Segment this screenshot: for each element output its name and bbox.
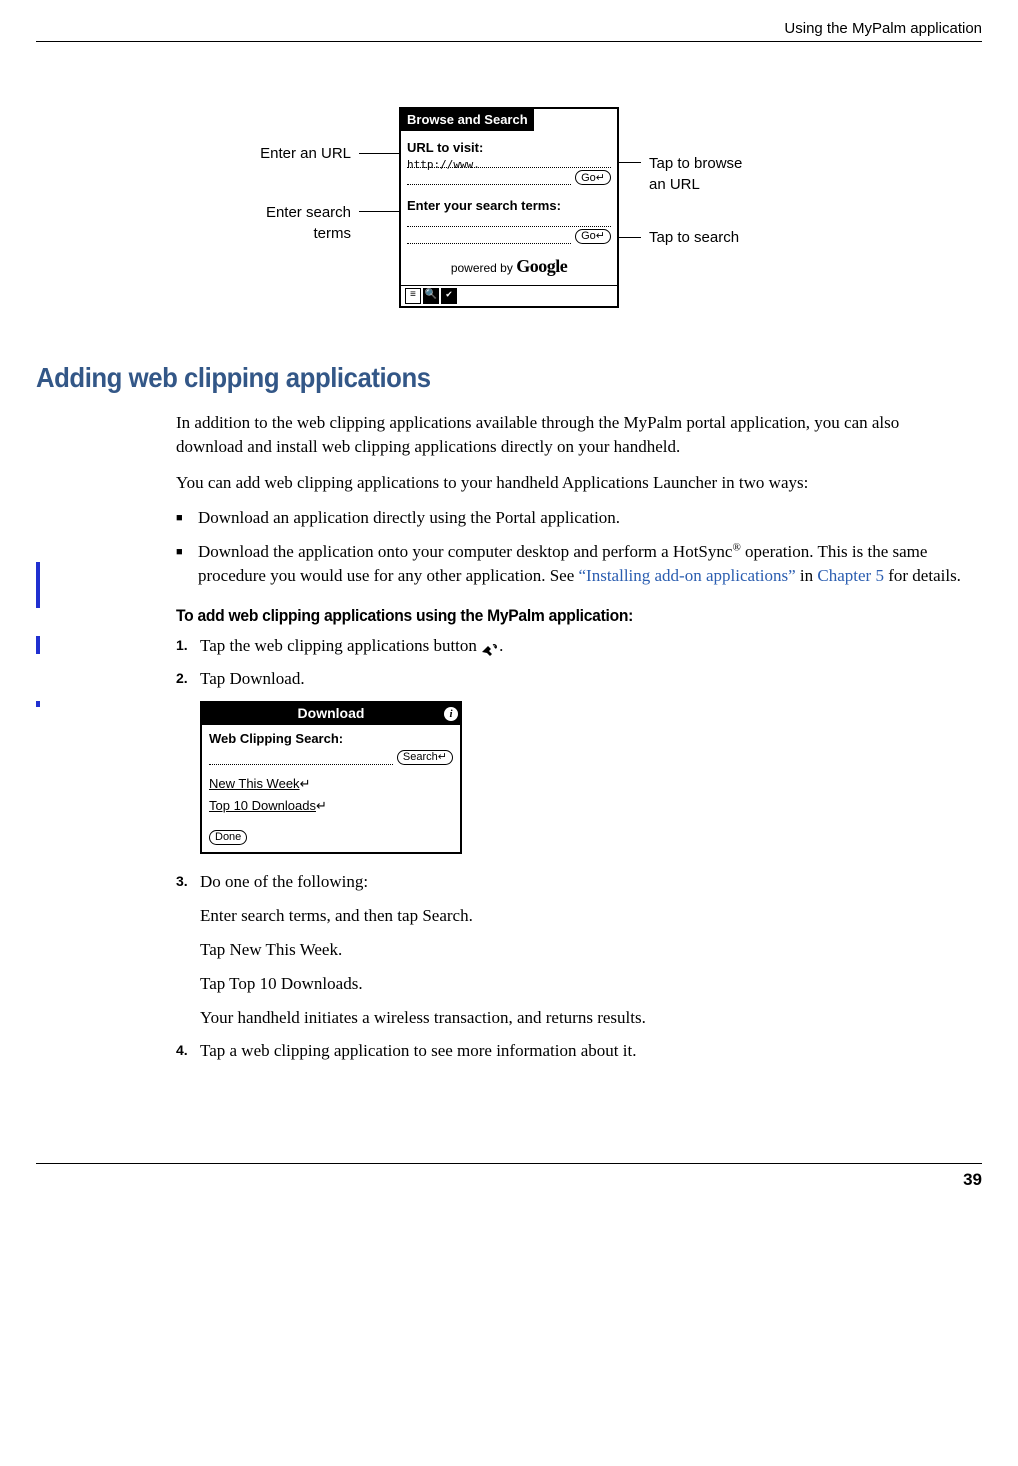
download-search-input[interactable] <box>209 754 393 765</box>
web-clipping-icon <box>481 640 499 654</box>
palm-footer-icons: ≡ 🔍 ✔ <box>401 285 617 306</box>
body-text: In addition to the web clipping applicat… <box>176 411 962 1063</box>
bullet-1: ■ Download an application directly using… <box>176 506 962 530</box>
step-3: 3. Do one of the following: <box>176 870 962 894</box>
info-icon[interactable]: i <box>444 707 458 721</box>
page-content: Enter an URL Enter search terms Browse a… <box>36 42 982 1103</box>
step-2: 2. Tap Download. <box>176 667 962 691</box>
step-3-option-c: Tap Top 10 Downloads. <box>200 972 962 996</box>
callouts-left: Enter an URL Enter search terms <box>219 107 399 244</box>
link-chapter-5[interactable]: Chapter 5 <box>817 566 884 585</box>
page-number: 39 <box>963 1170 982 1189</box>
callout-tap-browse: Tap to browse an URL <box>649 153 742 195</box>
palm-title: Browse and Search <box>401 109 534 131</box>
check-icon[interactable]: ✔ <box>441 288 457 304</box>
url-label: URL to visit: <box>407 139 611 157</box>
callout-enter-search: Enter search terms <box>266 202 351 244</box>
step-4: 4. Tap a web clipping application to see… <box>176 1039 962 1063</box>
bullet-2: ■ Download the application onto your com… <box>176 540 962 588</box>
step-3-option-a: Enter search terms, and then tap Search. <box>200 904 962 928</box>
step-3-option-b: Tap New This Week. <box>200 938 962 962</box>
paragraph-2: You can add web clipping applications to… <box>176 471 962 495</box>
paragraph-1: In addition to the web clipping applicat… <box>176 411 962 459</box>
top-10-downloads-link[interactable]: Top 10 Downloads <box>209 797 316 815</box>
change-bar <box>36 562 40 608</box>
step-1: 1. Tap the web clipping applications but… <box>176 634 962 658</box>
url-input-line2[interactable] <box>407 174 571 185</box>
link-installing-addons[interactable]: “Installing add-on applications” <box>579 566 796 585</box>
search-input-line1[interactable] <box>407 216 611 227</box>
figure-browse-search: Enter an URL Enter search terms Browse a… <box>36 107 982 308</box>
go-search-button[interactable]: Go↵ <box>575 229 611 244</box>
url-input-line1[interactable]: http://www. <box>407 157 611 168</box>
palm-browse-screen: Browse and Search URL to visit: http://w… <box>399 107 619 308</box>
bullet-marker-icon: ■ <box>176 540 198 588</box>
search-input-line2[interactable] <box>407 233 571 244</box>
step-3-result: Your handheld initiates a wireless trans… <box>200 1006 962 1030</box>
search-label: Enter your search terms: <box>407 197 611 215</box>
powered-by: powered by Google <box>407 254 611 279</box>
section-heading: Adding web clipping applications <box>36 358 906 397</box>
download-search-label: Web Clipping Search: <box>209 730 453 748</box>
sub-heading: To add web clipping applications using t… <box>176 604 899 628</box>
download-title: Download <box>218 704 444 724</box>
done-button[interactable]: Done <box>209 830 247 845</box>
list-icon[interactable]: ≡ <box>405 288 421 304</box>
page-footer: 39 <box>36 1163 982 1192</box>
callouts-right: Tap to browse an URL Tap to search <box>619 107 799 248</box>
callout-enter-url: Enter an URL <box>260 143 351 164</box>
go-url-button[interactable]: Go↵ <box>575 170 611 185</box>
search-icon[interactable]: 🔍 <box>423 288 439 304</box>
running-header: Using the MyPalm application <box>36 0 982 42</box>
new-this-week-link[interactable]: New This Week <box>209 775 300 793</box>
change-bar <box>36 701 40 707</box>
callout-tap-search: Tap to search <box>649 227 739 248</box>
header-text: Using the MyPalm application <box>784 20 982 37</box>
download-search-button[interactable]: Search↵ <box>397 750 453 765</box>
bullet-marker-icon: ■ <box>176 506 198 530</box>
change-bar <box>36 636 40 654</box>
palm-download-screen: Download i Web Clipping Search: Search↵ … <box>200 701 462 854</box>
